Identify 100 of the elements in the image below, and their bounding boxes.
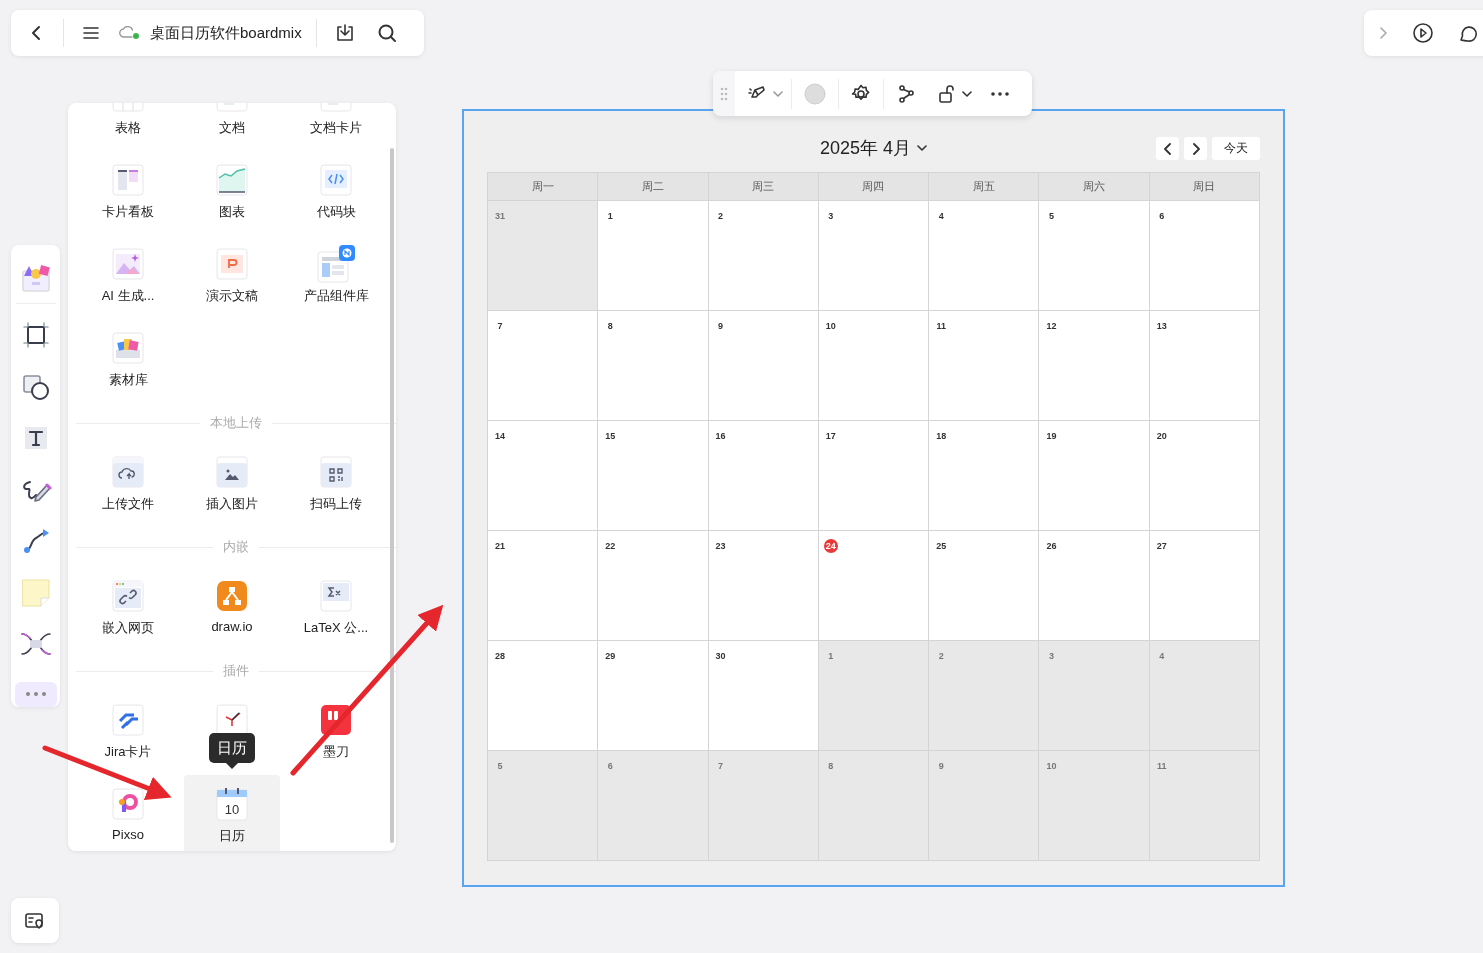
day-cell[interactable]: 7 [488, 311, 599, 421]
day-cell[interactable]: 9 [929, 751, 1040, 861]
insert-item[interactable]: 产品组件库 [288, 235, 384, 319]
today-button[interactable]: 今天 [1212, 137, 1260, 160]
day-number: 9 [937, 760, 945, 773]
insert-item[interactable]: draw.io [184, 567, 280, 651]
day-cell[interactable]: 5 [488, 751, 599, 861]
mindmap-icon[interactable] [19, 631, 52, 658]
day-cell[interactable]: 10 [818, 311, 930, 421]
month-selector[interactable]: 2025年 4月 [813, 122, 934, 161]
minimap-button[interactable] [11, 898, 59, 943]
day-cell[interactable]: 23 [708, 531, 819, 641]
insert-item[interactable]: 演示文稿 [184, 235, 280, 319]
day-cell[interactable]: 6 [598, 751, 709, 861]
insert-item[interactable]: AI 生成... [80, 235, 176, 319]
day-cell[interactable]: 24 [818, 531, 930, 641]
day-cell[interactable]: 22 [598, 531, 709, 641]
insert-item[interactable]: 10 日历 [184, 775, 280, 851]
day-cell[interactable]: 12 [1039, 311, 1150, 421]
day-cell[interactable]: 30 [708, 641, 819, 751]
previous-button[interactable] [1156, 137, 1179, 160]
day-cell[interactable]: 13 [1149, 311, 1260, 421]
unlock-icon [938, 83, 956, 104]
day-cell[interactable]: 7 [708, 751, 819, 861]
caret-icon [917, 144, 928, 152]
tooltip: 日历 [209, 733, 255, 769]
play-icon [1412, 22, 1434, 44]
day-cell[interactable]: 8 [818, 751, 930, 861]
insert-item[interactable]: 上传文件 [80, 443, 176, 527]
day-cell[interactable]: 21 [488, 531, 599, 641]
weekday-header: 周三 [708, 173, 819, 201]
day-number: 29 [604, 650, 617, 663]
day-cell[interactable]: 27 [1149, 531, 1260, 641]
day-number: 10 [1045, 760, 1058, 773]
weekday-header: 周四 [818, 173, 930, 201]
day-cell[interactable]: 3 [818, 201, 930, 311]
insert-item[interactable]: 文档卡片 [288, 103, 384, 151]
day-cell[interactable]: 11 [1149, 751, 1260, 861]
day-cell[interactable]: 6 [1149, 201, 1260, 311]
insert-item[interactable]: Jira卡片 [80, 691, 176, 775]
more-tool[interactable] [14, 681, 57, 708]
day-cell[interactable]: 2 [708, 201, 819, 311]
insert-item[interactable]: LaTeX 公... [288, 567, 384, 651]
comment-icon [1458, 23, 1478, 43]
insert-item[interactable]: 文档 [184, 103, 280, 151]
insert-item[interactable]: 扫码上传 [288, 443, 384, 527]
day-cell[interactable]: 14 [488, 421, 599, 531]
more-icon[interactable] [24, 691, 47, 698]
code-icon [320, 164, 352, 196]
insert-item[interactable]: 墨刀 [288, 691, 384, 775]
frame-icon[interactable] [21, 321, 50, 350]
caret-icon [773, 89, 783, 98]
document-title: 桌面日历软件boardmix [150, 23, 302, 43]
day-cell[interactable]: 8 [598, 311, 709, 421]
day-cell[interactable]: 20 [1149, 421, 1260, 531]
day-cell[interactable]: 11 [929, 311, 1040, 421]
day-number: 26 [1045, 540, 1058, 553]
day-number: 12 [1045, 320, 1058, 333]
insert-item[interactable]: 图表 [184, 151, 280, 235]
section-heading: 插件 [223, 662, 249, 680]
day-cell[interactable]: 5 [1039, 201, 1150, 311]
insert-item[interactable]: 素材库 [80, 319, 176, 403]
day-cell[interactable]: 9 [708, 311, 819, 421]
day-cell[interactable]: 10 [1039, 751, 1150, 861]
next-button[interactable] [1184, 137, 1207, 160]
search-icon [376, 23, 397, 43]
day-number: 3 [1047, 650, 1055, 663]
insert-item[interactable]: 卡片看板 [80, 151, 176, 235]
day-cell[interactable]: 4 [929, 201, 1040, 311]
day-number: 28 [494, 650, 506, 663]
day-cell[interactable]: 15 [598, 421, 709, 531]
cloud-synced-icon [118, 26, 140, 40]
day-number: 20 [1155, 430, 1168, 443]
menu-icon [82, 24, 100, 42]
day-number: 11 [1155, 760, 1168, 773]
materials-icon [112, 332, 144, 364]
day-cell[interactable]: 19 [1039, 421, 1150, 531]
insert-item[interactable]: Pixso [80, 775, 176, 851]
insert-item[interactable]: 嵌入网页 [80, 567, 176, 651]
day-cell[interactable]: 2 [929, 641, 1040, 751]
day-cell[interactable]: 18 [929, 421, 1040, 531]
insert-item[interactable]: 插入图片 [184, 443, 280, 527]
insert-item[interactable]: 表格 [80, 103, 176, 151]
flowchart-app-icon [216, 580, 248, 612]
day-cell[interactable]: 31 [488, 201, 599, 311]
day-cell[interactable]: 29 [598, 641, 709, 751]
day-cell[interactable]: 25 [929, 531, 1040, 641]
day-number: 1 [606, 210, 614, 223]
day-cell[interactable]: 1 [818, 641, 930, 751]
day-cell[interactable]: 4 [1149, 641, 1260, 751]
day-cell[interactable]: 3 [1039, 641, 1150, 751]
day-number: 19 [1045, 430, 1058, 443]
day-number: 4 [1158, 650, 1166, 663]
more-icon [990, 90, 1010, 97]
day-cell[interactable]: 17 [818, 421, 930, 531]
insert-item[interactable]: 代码块 [288, 151, 384, 235]
day-cell[interactable]: 28 [488, 641, 599, 751]
day-cell[interactable]: 26 [1039, 531, 1150, 641]
day-cell[interactable]: 16 [708, 421, 819, 531]
day-cell[interactable]: 1 [598, 201, 709, 311]
